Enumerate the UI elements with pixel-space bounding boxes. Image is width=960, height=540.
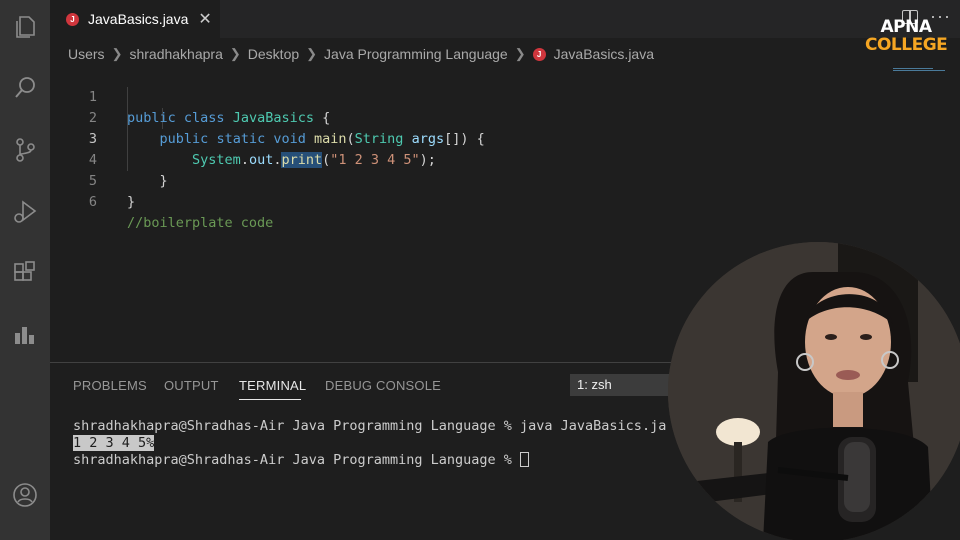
activity-bar (0, 0, 50, 540)
apna-college-logo: APNA COLLEGE (865, 17, 948, 55)
token-punct: { (322, 110, 331, 126)
breadcrumb-item[interactable]: Users (68, 46, 105, 62)
token-string: "1 2 3 4 5" (330, 152, 420, 168)
java-file-icon: J (532, 47, 546, 61)
tab-javabasics[interactable]: J JavaBasics.java ✕ (50, 0, 220, 38)
token-keyword: void (273, 131, 306, 147)
code-line: 4 } (50, 129, 168, 189)
code-line: 2 public static void main(String args[])… (50, 87, 485, 147)
extensions-icon[interactable] (0, 248, 50, 298)
chart-icon[interactable] (0, 310, 50, 360)
token-punct: } (127, 194, 136, 210)
breadcrumb: Users ❯ shradhakhapra ❯ Desktop ❯ Java P… (68, 44, 654, 64)
chevron-right-icon: ❯ (111, 46, 123, 61)
token-keyword: static (216, 131, 266, 147)
tab-terminal[interactable]: TERMINAL (239, 378, 306, 393)
token-function: main (314, 131, 347, 147)
token-keyword: public (159, 131, 209, 147)
terminal-cursor (520, 452, 530, 467)
token-punct: []) { (444, 131, 485, 147)
token-method-selected: print (281, 152, 323, 168)
breadcrumb-item[interactable]: Desktop (248, 46, 299, 62)
terminal-prompt: shradhakhapra@Shradhas-Air Java Programm… (73, 452, 521, 468)
token-keyword: class (183, 110, 225, 126)
chevron-right-icon: ❯ (306, 46, 318, 61)
presenter-webcam (668, 242, 960, 540)
files-icon[interactable] (0, 2, 50, 52)
token-keyword: public (127, 110, 176, 126)
code-line: 6 //boilerplate code (50, 171, 273, 231)
close-icon[interactable]: ✕ (198, 9, 211, 29)
tab-bar: J JavaBasics.java ✕ ··· (50, 0, 960, 38)
tab-label: JavaBasics.java (88, 11, 189, 27)
token-punct: ); (419, 152, 436, 168)
code-line: 1 public class JavaBasics { (50, 66, 330, 126)
active-tab-indicator (239, 399, 301, 400)
terminal-output: 1 2 3 4 5 (73, 435, 147, 451)
code-line: 5 } (50, 150, 135, 210)
token-punct: . (240, 152, 249, 168)
token-punct: ( (346, 131, 355, 147)
terminal-line: 1 2 3 4 5% (73, 435, 155, 452)
terminal-line: shradhakhapra@Shradhas-Air Java Programm… (73, 418, 667, 434)
token-class: System (192, 152, 241, 168)
line-number: 6 (88, 194, 97, 210)
token-param: args (411, 131, 445, 147)
token-field: out (248, 152, 274, 168)
tab-problems[interactable]: PROBLEMS (73, 378, 147, 393)
token-class: String (354, 131, 404, 147)
terminal-prompt-line[interactable]: shradhakhapra@Shradhas-Air Java Programm… (73, 452, 530, 469)
tab-output[interactable]: OUTPUT (164, 378, 219, 393)
breadcrumb-item[interactable]: JavaBasics.java (554, 46, 654, 62)
token-class: JavaBasics (232, 110, 314, 126)
chevron-right-icon: ❯ (514, 46, 526, 61)
presenter-image (668, 242, 960, 540)
run-debug-icon[interactable] (0, 187, 50, 237)
account-icon[interactable] (0, 470, 50, 520)
tab-debug-console[interactable]: DEBUG CONSOLE (325, 378, 441, 393)
java-file-icon: J (66, 12, 79, 26)
logo-text-top: APNA (880, 17, 932, 37)
terminal-eol-marker: % (146, 435, 155, 451)
breadcrumb-item[interactable]: Java Programming Language (324, 46, 508, 62)
source-control-icon[interactable] (0, 125, 50, 175)
breadcrumb-item[interactable]: shradhakhapra (129, 46, 222, 62)
code-line-active: 3 System.out.print("1 2 3 4 5"); (50, 108, 436, 168)
search-icon[interactable] (0, 63, 50, 113)
logo-text-bottom: COLLEGE (865, 35, 948, 55)
token-comment: //boilerplate code (127, 215, 274, 231)
token-punct: } (159, 173, 168, 189)
chevron-right-icon: ❯ (229, 46, 241, 61)
